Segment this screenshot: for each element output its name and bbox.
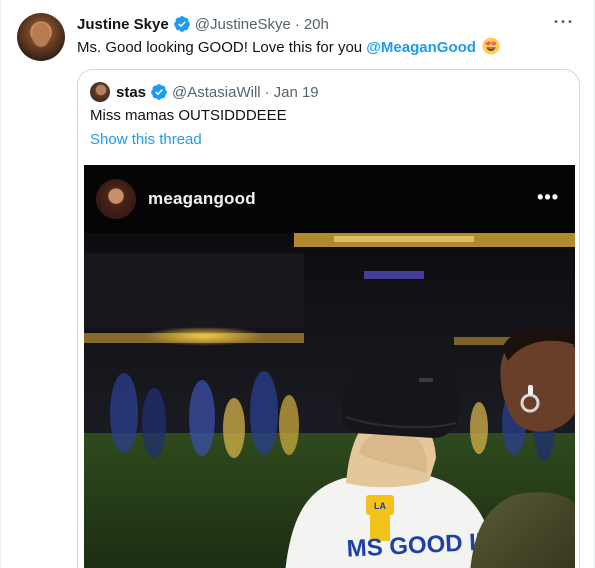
more-horizontal-icon[interactable]: ··· — [552, 10, 576, 34]
cap-patch-text: LA — [374, 501, 386, 511]
quoted-author-name[interactable]: stas — [116, 84, 146, 101]
stadium-photo: LA MS GOOD IF — [84, 233, 575, 568]
more-horizontal-icon: ••• — [537, 187, 559, 207]
quoted-author-handle: @AstasiaWill — [172, 83, 261, 101]
photo-illustration: LA MS GOOD IF — [84, 233, 575, 568]
tweet-header: Justine Skye @JustineSkye · 20h — [77, 14, 329, 34]
smiling-face-with-heart-eyes-emoji-icon — [482, 37, 500, 55]
author-handle[interactable]: @JustineSkye — [195, 16, 291, 33]
separator-dot: · — [264, 83, 270, 101]
avatar-face — [32, 23, 50, 47]
quoted-tweet-header: stas @AstasiaWill · Jan 19 — [116, 82, 319, 102]
instagram-username: meagangood — [148, 189, 256, 208]
separator-dot: · — [294, 15, 300, 33]
quoted-tweet[interactable]: stas @AstasiaWill · Jan 19 Miss mamas OU… — [77, 69, 580, 568]
quoted-tweet-text: Miss mamas OUTSIDDDEEE — [90, 107, 287, 124]
verified-badge-icon — [151, 84, 167, 100]
show-thread-link[interactable]: Show this thread — [90, 130, 202, 150]
mention-link[interactable]: @MeaganGood — [366, 39, 476, 56]
tweet-text-body: Ms. Good looking GOOD! Love this for you — [77, 39, 367, 56]
quoted-media[interactable]: meagangood ••• LA MS GOOD IF — [84, 165, 575, 568]
tweet-time[interactable]: 20h — [304, 16, 329, 33]
tweet-card[interactable]: Justine Skye @JustineSkye · 20h ··· Ms. … — [0, 0, 595, 568]
tweet-text: Ms. Good looking GOOD! Love this for you… — [77, 37, 500, 58]
verified-badge-icon — [173, 16, 190, 32]
instagram-avatar — [96, 179, 136, 219]
quoted-author-avatar[interactable] — [90, 82, 110, 102]
author-name[interactable]: Justine Skye — [77, 16, 169, 33]
quoted-tweet-date: Jan 19 — [273, 83, 319, 101]
author-avatar[interactable] — [17, 13, 65, 61]
instagram-header: meagangood ••• — [84, 165, 575, 233]
